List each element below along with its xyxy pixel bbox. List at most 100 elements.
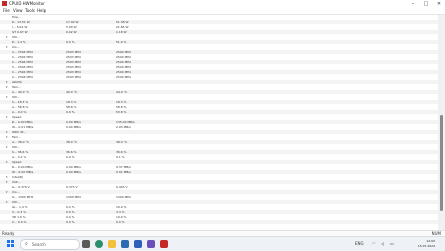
sensor-row[interactable]: ▾ Util... [0, 145, 438, 149]
close-button[interactable]: ✕ [433, 0, 445, 8]
sensor-row[interactable]: G... 0.370 V 0.373 V 0.493 V [0, 185, 438, 189]
sensor-row[interactable]: GI... 1.4 % 0.0 % 19.9 % [0, 205, 438, 209]
volume-icon[interactable]: ◁ [381, 240, 384, 248]
sensor-max: 2.93 MB/s [116, 125, 131, 129]
sensor-row[interactable]: I... 5.02 W 5.00 W 21.85 W [0, 25, 438, 29]
sensor-name: Util... [12, 200, 20, 204]
windows-start-icon[interactable] [7, 240, 14, 247]
sensor-tree[interactable]: Pow... P... 13.51 W 17.40 W 51.38 W I... 5.0… [0, 15, 438, 230]
language-indicator[interactable]: ENG [355, 240, 364, 248]
sensor-row[interactable]: ▾ Intel(R) [0, 175, 438, 179]
clock-date: 15.07.2024 [417, 244, 435, 248]
expand-toggle[interactable]: ▾ [6, 80, 8, 84]
expand-toggle[interactable]: ▾ [6, 85, 8, 89]
sensor-name: Speed [12, 160, 22, 164]
sensor-row[interactable]: A... 58.8 % 58.8 % 58.8 % [0, 105, 438, 109]
sensor-row[interactable]: G... 1300 MHz 1300 MHz 1300 MHz [0, 195, 438, 199]
sensor-row[interactable]: C... 2594 MHz 2593 MHz 2594 MHz [0, 70, 438, 74]
vertical-scrollbar[interactable] [438, 15, 445, 230]
sensor-max: 0.493 V [116, 185, 128, 189]
sensor-row[interactable]: S... 18.3 % 18.3 % 18.3 % [0, 100, 438, 104]
sensor-min: 58.8 % [66, 105, 77, 109]
minimize-button[interactable]: – [407, 0, 419, 8]
sensor-row[interactable]: C... 2594 MHz 2593 MHz 2594 MHz [0, 55, 438, 59]
sensor-row[interactable]: ▾ Volt... [0, 180, 438, 184]
sensor-row[interactable]: ▾ Util... [0, 35, 438, 39]
scrollbar-thumb[interactable] [440, 115, 443, 211]
sensor-row[interactable]: C... 2594 MHz 2593 MHz 2594 MHz [0, 60, 438, 64]
sensor-row[interactable]: R... 0.00 MB/s 0.00 MB/s 0.37 MB/s [0, 165, 438, 169]
expand-toggle[interactable]: ▾ [6, 115, 8, 119]
expand-toggle[interactable]: ▾ [6, 180, 8, 184]
sensor-name: A... 0.0 % [12, 110, 27, 114]
battery-icon[interactable]: ▭ [390, 240, 394, 248]
sensor-row[interactable]: ▾ Clo... [0, 45, 438, 49]
sensor-min: 0.00 MB/s [66, 125, 81, 129]
menu-help[interactable]: Help [37, 8, 46, 14]
sensor-row[interactable]: A... 38.0 °C 38.0 °C 38.0 °C [0, 140, 438, 144]
store-icon[interactable] [121, 240, 129, 248]
expand-toggle[interactable]: ▾ [6, 95, 8, 99]
sensor-row[interactable]: A... 0.0 % 0.0 % 53.8 % [0, 110, 438, 114]
expand-toggle[interactable]: ▾ [6, 135, 8, 139]
expand-toggle[interactable]: ▾ [6, 175, 8, 179]
expand-toggle[interactable]: ▾ [6, 45, 8, 49]
expand-toggle[interactable]: ▾ [6, 35, 8, 39]
sensor-name: A... 38.0 °C [12, 140, 30, 144]
sensor-row[interactable]: R... 0.00 MB/s 0.00 MB/s 135.00 MB/s [0, 120, 438, 124]
expand-toggle[interactable]: ▾ [6, 190, 8, 194]
taskbar-clock[interactable]: 12:00 15.07.2024 [418, 239, 435, 249]
sensor-name: Util... [12, 35, 20, 39]
file-explorer-icon[interactable] [108, 240, 116, 248]
menu-view[interactable]: View [13, 8, 23, 14]
menu-file[interactable]: File [3, 8, 10, 14]
sensor-row[interactable]: W... 0.01 MB/s 0.00 MB/s 2.93 MB/s [0, 125, 438, 129]
sensor-row[interactable]: C... 2594 MHz 2593 MHz 2594 MHz [0, 50, 438, 54]
expand-toggle[interactable]: ▾ [6, 200, 8, 204]
sensor-row[interactable]: ▾ ADATA [0, 80, 438, 84]
sensor-row[interactable]: S... 36.6 % 36.6 % 36.6 % [0, 150, 438, 154]
taskbar-search-input[interactable]: ⌕ Search [20, 239, 80, 250]
sensor-row[interactable]: ▾ Clo... [0, 190, 438, 194]
sensor-row[interactable]: ▾ Speed [0, 160, 438, 164]
sensor-row[interactable]: V... 0.3 % 0.0 % 3.3 % [0, 210, 438, 214]
sensor-name: 3D 1.6 % [12, 215, 26, 219]
hwmonitor-taskbar-icon[interactable] [160, 240, 168, 248]
expand-toggle[interactable]: ▾ [6, 145, 8, 149]
task-view-icon[interactable] [82, 240, 90, 248]
sensor-row[interactable]: C... 2594 MHz 2593 MHz 2594 MHz [0, 75, 438, 79]
sensor-row[interactable]: ▾ Speed [0, 115, 438, 119]
sensor-row[interactable]: ▾ WDC W... [0, 130, 438, 134]
sensor-name: Tem... [12, 135, 21, 139]
sensor-row[interactable]: ▾ Tem... [0, 85, 438, 89]
mail-icon[interactable] [134, 240, 142, 248]
maximize-button[interactable]: □ [420, 0, 432, 8]
sensor-min: 0.00 MB/s [66, 165, 81, 169]
sensor-row[interactable]: GT 0.07 W 0.02 W 1.18 W [0, 30, 438, 34]
sensor-row[interactable]: C... 2594 MHz 2593 MHz 2594 MHz [0, 65, 438, 69]
search-icon: ⌕ [25, 241, 28, 247]
sensor-row[interactable]: ▾ Util... [0, 200, 438, 204]
sensor-name: P... 1.4 % [12, 40, 26, 44]
sensor-min: 5.00 W [66, 25, 77, 29]
expand-toggle[interactable]: ▾ [6, 130, 8, 134]
edge-icon[interactable] [95, 240, 103, 248]
sensor-row[interactable]: 3D 1.6 % 0.0 % 19.9 % [0, 215, 438, 219]
sensor-row[interactable]: A... 0.1 % 0.0 % 0.1 % [0, 155, 438, 159]
sensor-max: 19.9 % [116, 205, 127, 209]
sensor-row[interactable]: A... 40.0 °C 40.0 °C 44.0 °C [0, 90, 438, 94]
sensor-row[interactable]: C... 0.0 % 0.0 % 0.0 % [0, 220, 438, 224]
teams-icon[interactable] [147, 240, 155, 248]
network-icon[interactable]: ◠ [372, 240, 376, 248]
sensor-min: 38.0 °C [66, 140, 78, 144]
sensor-row[interactable]: ▾ Util... [0, 95, 438, 99]
sensor-row[interactable]: Pow... [0, 15, 438, 19]
expand-toggle[interactable]: ▾ [6, 160, 8, 164]
sensor-max: 58.8 % [116, 105, 127, 109]
menu-tools[interactable]: Tools [25, 8, 35, 14]
sensor-name: Volt... [12, 180, 21, 184]
sensor-row[interactable]: ▾ Tem... [0, 135, 438, 139]
sensor-row[interactable]: W... 0.00 MB/s 0.00 MB/s 0.01 MB/s [0, 170, 438, 174]
sensor-row[interactable]: P... 13.51 W 17.40 W 51.38 W [0, 20, 438, 24]
sensor-row[interactable]: P... 1.4 % 0.0 % 51.9 % [0, 40, 438, 44]
